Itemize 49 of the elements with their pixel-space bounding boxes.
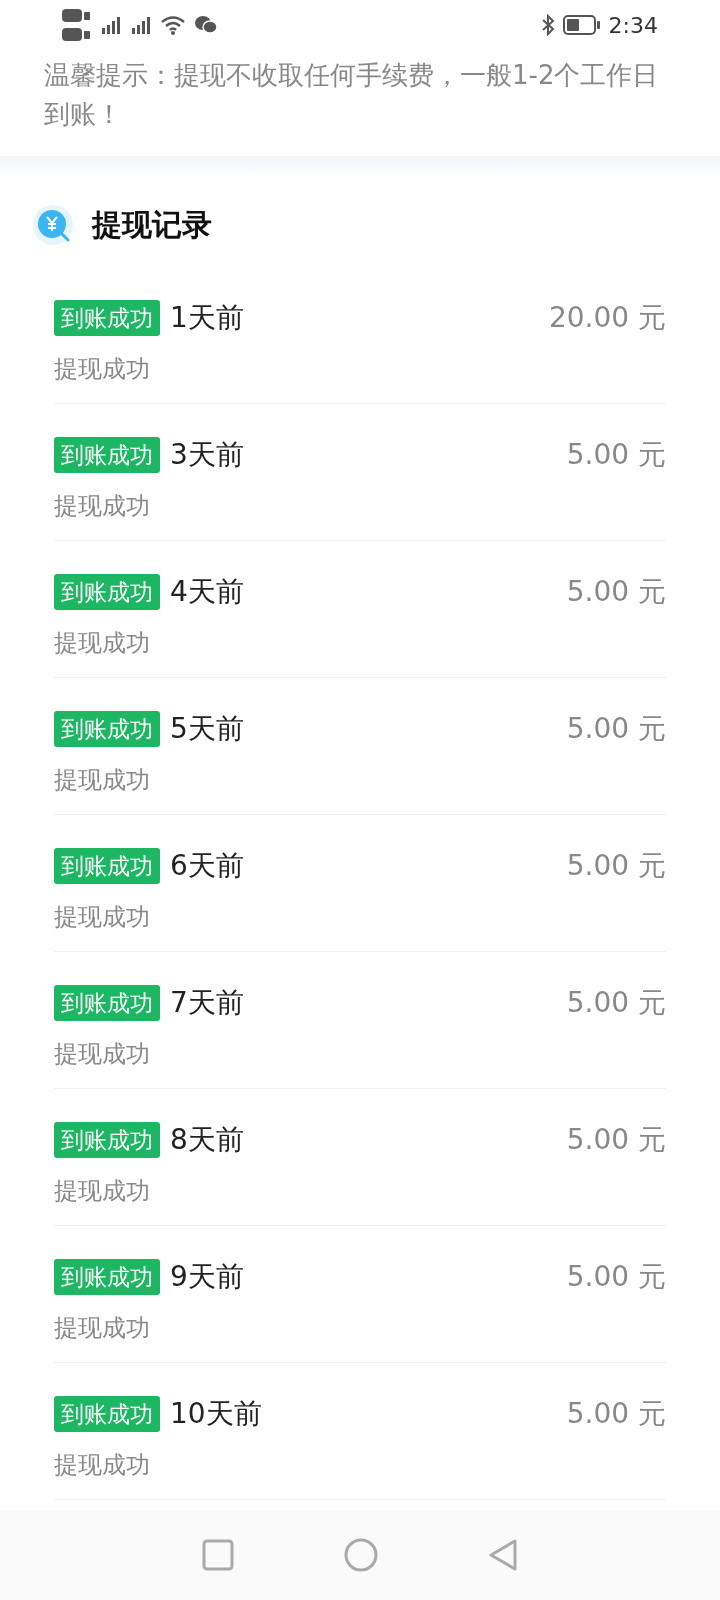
record-note: 提现成功	[54, 1450, 150, 1481]
record-note: 提现成功	[54, 1313, 150, 1344]
record-amount: 5.00 元	[566, 1122, 666, 1158]
record-note: 提现成功	[54, 902, 150, 933]
battery-icon	[562, 15, 601, 35]
status-badge: 到账成功	[54, 1396, 160, 1432]
section-title: 提现记录	[92, 206, 212, 244]
recents-icon[interactable]	[202, 1539, 234, 1571]
record-time: 6天前	[170, 848, 244, 884]
signal-icon	[130, 16, 152, 34]
status-badge: 到账成功	[54, 711, 160, 747]
record-amount: 5.00 元	[566, 437, 666, 473]
status-badge: 到账成功	[54, 1259, 160, 1295]
record-time: 5天前	[170, 711, 244, 747]
status-time: 2:34	[608, 11, 658, 40]
record-amount: 20.00 元	[548, 300, 666, 336]
status-badge: 到账成功	[54, 437, 160, 473]
record-time: 8天前	[170, 1122, 244, 1158]
back-icon[interactable]	[488, 1538, 518, 1572]
record-note: 提现成功	[54, 765, 150, 796]
record-note: 提现成功	[54, 1039, 150, 1070]
record-note: 提现成功	[54, 628, 150, 659]
yuan-search-icon	[32, 203, 74, 246]
signal-icon	[100, 16, 122, 34]
record-amount: 5.00 元	[566, 574, 666, 610]
status-badge: 到账成功	[54, 985, 160, 1021]
record-amount: 5.00 元	[566, 1259, 666, 1295]
record-amount: 5.00 元	[566, 711, 666, 747]
record-time: 1天前	[170, 300, 244, 336]
record-time: 3天前	[170, 437, 244, 473]
home-icon[interactable]	[344, 1538, 378, 1572]
status-badge: 到账成功	[54, 574, 160, 610]
status-badge: 到账成功	[54, 1122, 160, 1158]
status-badge: 到账成功	[54, 300, 160, 336]
record-time: 7天前	[170, 985, 244, 1021]
record-amount: 5.00 元	[566, 848, 666, 884]
record-time: 4天前	[170, 574, 244, 610]
chat-icon	[194, 15, 218, 35]
record-amount: 5.00 元	[566, 1396, 666, 1432]
record-amount: 5.00 元	[566, 985, 666, 1021]
record-time: 10天前	[170, 1396, 262, 1432]
bluetooth-icon	[540, 14, 555, 36]
record-note: 提现成功	[54, 491, 150, 522]
notice-text: 温馨提示：提现不收取任何手续费，一般1-2个工作日到账！	[44, 59, 660, 131]
status-badge: 到账成功	[54, 848, 160, 884]
record-note: 提现成功	[54, 1176, 150, 1207]
record-time: 9天前	[170, 1259, 244, 1295]
wifi-icon	[160, 15, 186, 35]
record-note: 提现成功	[54, 354, 150, 385]
